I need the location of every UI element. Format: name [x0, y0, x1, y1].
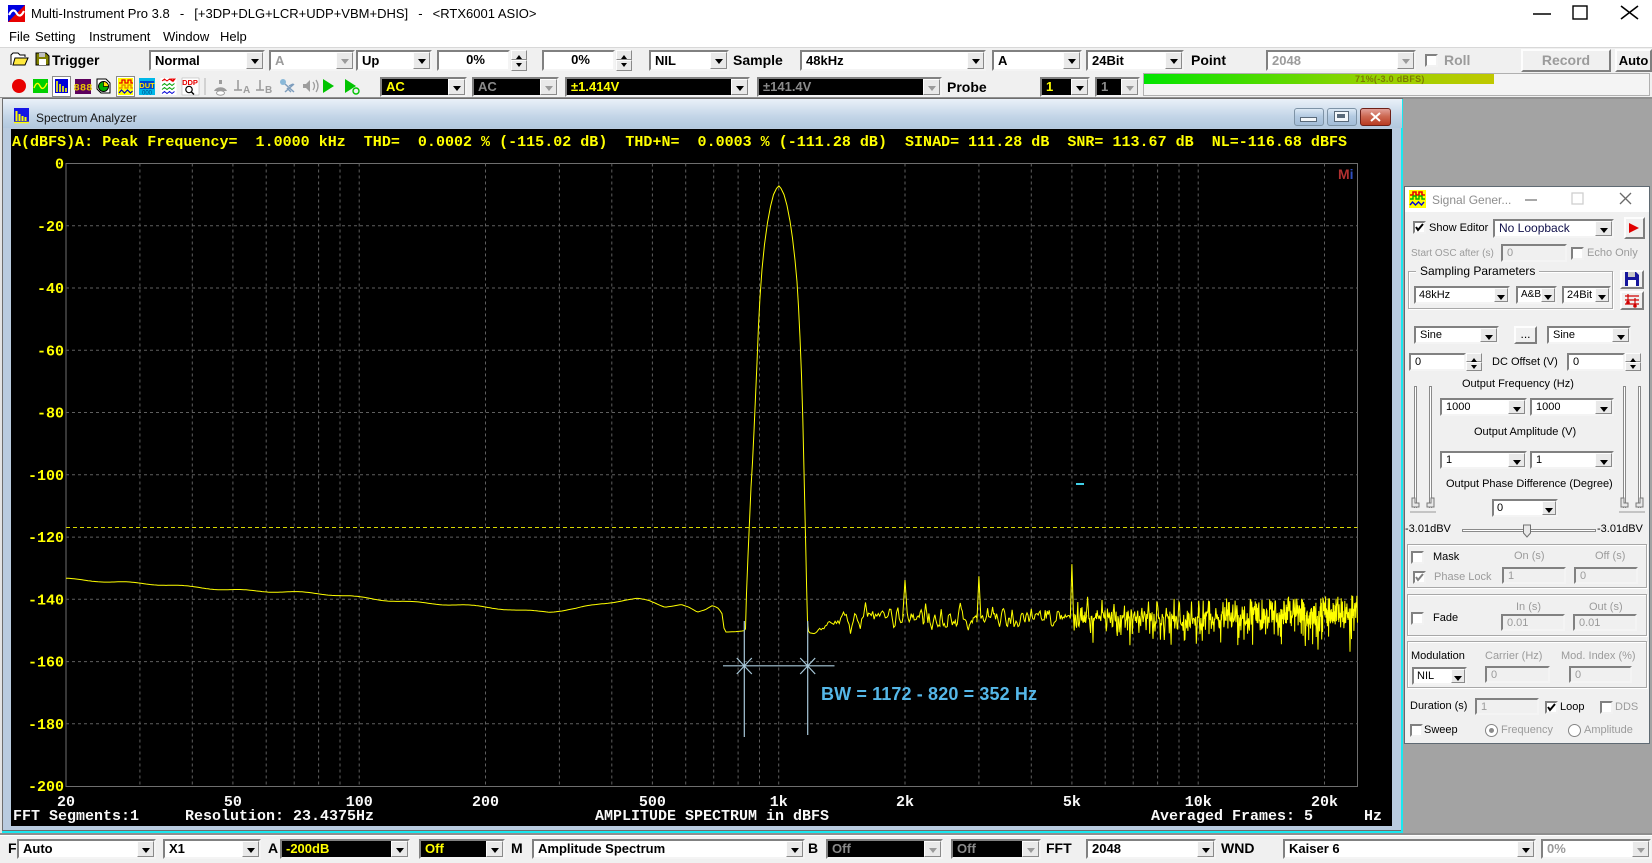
svg-text:DDP: DDP — [182, 78, 198, 87]
svg-text:B: B — [265, 85, 272, 96]
svg-text:DUT: DUT — [139, 81, 155, 90]
svg-text:888: 888 — [74, 83, 93, 95]
svg-text:000: 000 — [142, 91, 153, 97]
svg-text:A: A — [243, 85, 250, 96]
